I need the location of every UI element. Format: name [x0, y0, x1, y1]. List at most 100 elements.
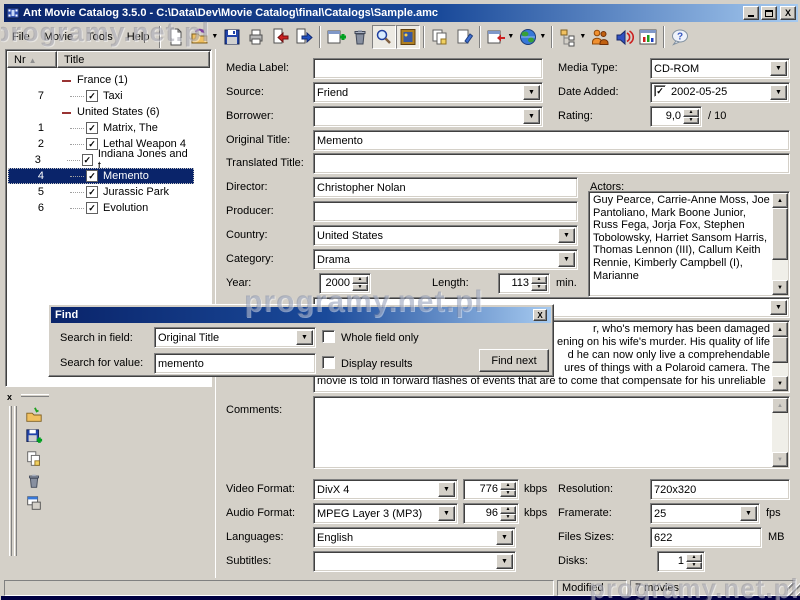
media-label-input[interactable]	[317, 61, 540, 76]
delete-picture-button[interactable]	[23, 470, 45, 492]
subtitles-combo[interactable]: ▼	[313, 551, 516, 572]
checkbox-checked[interactable]: ✓	[86, 138, 98, 150]
files-sizes-field[interactable]	[650, 527, 762, 548]
close-button[interactable]: X	[780, 6, 796, 20]
media-type-combo[interactable]: ▼	[650, 58, 790, 79]
load-picture-button[interactable]	[23, 404, 45, 426]
scroll-up-icon[interactable]: ▲	[772, 398, 788, 413]
date-added-combo[interactable]: ✓ 2002-05-25 ▼	[650, 82, 790, 103]
description-scrollbar[interactable]: ▲ ▼	[772, 322, 788, 391]
tree-group-row[interactable]: United States (6)	[8, 104, 194, 120]
display-options-button[interactable]: ▼	[556, 25, 588, 49]
spinner-buttons[interactable]: ▲▼	[686, 554, 702, 569]
save-picture-button[interactable]	[23, 426, 45, 448]
country-combo[interactable]: ▼	[313, 225, 578, 246]
paste-button[interactable]	[452, 25, 476, 49]
search-in-field-combo[interactable]: ▼	[154, 327, 316, 348]
close-picture-panel-button[interactable]: x	[7, 392, 17, 402]
save-button[interactable]	[220, 25, 244, 49]
original-title-input[interactable]	[317, 133, 787, 148]
checkbox-checked[interactable]: ✓	[86, 202, 98, 214]
print-button[interactable]	[244, 25, 268, 49]
borrower-input[interactable]	[317, 109, 540, 124]
chevron-down-icon[interactable]: ▼	[438, 482, 455, 497]
framerate-combo[interactable]: ▼	[650, 503, 760, 524]
copy-button[interactable]	[428, 25, 452, 49]
renumber-button[interactable]: ▼	[484, 25, 516, 49]
search-for-value-field[interactable]	[154, 353, 316, 374]
actors-field[interactable]: Guy Pearce, Carrie-Anne Moss, Joe Pantol…	[588, 191, 790, 297]
menu-help[interactable]: Help	[120, 28, 157, 46]
subtitles-input[interactable]	[317, 554, 513, 569]
scrollbar-thumb[interactable]	[772, 337, 788, 363]
panel-drag-handle[interactable]	[21, 394, 49, 397]
search-in-field-input[interactable]	[158, 330, 313, 345]
internet-update-button[interactable]: ▼	[516, 25, 548, 49]
languages-input[interactable]	[317, 530, 513, 545]
producer-input[interactable]	[317, 204, 575, 219]
chevron-down-icon[interactable]: ▼	[558, 252, 575, 267]
checkbox-checked[interactable]: ✓	[82, 154, 93, 166]
scrollbar-thumb[interactable]	[772, 208, 788, 260]
minimize-button[interactable]	[743, 6, 759, 20]
rating-spinner[interactable]: 9,0 ▲▼	[650, 106, 702, 127]
title-bar[interactable]: Ant Movie Catalog 3.5.0 - C:\Data\Dev\Mo…	[4, 4, 798, 22]
import-button[interactable]	[268, 25, 292, 49]
display-results-checkbox[interactable]	[322, 356, 335, 369]
toggle-picture-button[interactable]	[396, 25, 420, 49]
director-field[interactable]	[313, 177, 578, 198]
original-title-field[interactable]	[313, 130, 790, 151]
media-label-field[interactable]	[313, 58, 543, 79]
video-bitrate-spinner[interactable]: 776 ▲▼	[463, 479, 519, 500]
comments-field[interactable]: ▲ ▼	[313, 396, 790, 469]
country-input[interactable]	[317, 228, 575, 243]
find-close-button[interactable]: X	[533, 309, 547, 321]
resolution-input[interactable]	[654, 482, 787, 497]
actors-scrollbar[interactable]: ▲ ▼	[772, 193, 788, 295]
search-for-value-input[interactable]	[158, 356, 313, 371]
video-format-combo[interactable]: ▼	[313, 479, 458, 500]
find-button[interactable]	[372, 25, 396, 49]
chevron-down-icon[interactable]: ▼	[558, 228, 575, 243]
copy-picture-button[interactable]	[23, 448, 45, 470]
tree-item-row[interactable]: 5 ✓ Jurassic Park	[8, 184, 194, 200]
spinner-buttons[interactable]: ▲▼	[352, 276, 368, 291]
resize-grip[interactable]	[787, 583, 800, 596]
director-input[interactable]	[317, 180, 575, 195]
chevron-down-icon[interactable]: ▼	[523, 85, 540, 100]
find-dialog-titlebar[interactable]: Find X	[51, 307, 551, 323]
audio-format-input[interactable]	[317, 506, 455, 521]
checkbox-checked[interactable]: ✓	[86, 170, 98, 182]
chevron-down-icon[interactable]: ▼	[296, 330, 313, 345]
spinner-buttons[interactable]: ▲▼	[683, 109, 699, 124]
loans-button[interactable]	[588, 25, 612, 49]
add-movie-button[interactable]	[324, 25, 348, 49]
picture-window-button[interactable]	[23, 492, 45, 514]
tree-item-row[interactable]: 1 ✓ Matrix, The	[8, 120, 194, 136]
statistics-button[interactable]	[636, 25, 660, 49]
year-spinner[interactable]: 2000 ▲▼	[319, 273, 371, 294]
resolution-field[interactable]	[650, 479, 790, 500]
scroll-down-icon[interactable]: ▼	[772, 280, 788, 295]
panel-drag-handle[interactable]	[9, 406, 12, 556]
multimedia-button[interactable]	[612, 25, 636, 49]
scroll-up-icon[interactable]: ▲	[772, 322, 788, 337]
tree-item-row-selected[interactable]: 4 ✓ Memento	[8, 168, 194, 184]
chevron-down-icon[interactable]: ▼	[740, 506, 757, 521]
spinner-buttons[interactable]: ▲▼	[500, 482, 516, 497]
borrower-combo[interactable]: ▼	[313, 106, 543, 127]
source-input[interactable]	[317, 85, 540, 100]
panel-drag-handle[interactable]	[14, 406, 17, 556]
scroll-down-icon[interactable]: ▼	[772, 452, 788, 467]
checkbox-checked[interactable]: ✓	[86, 90, 98, 102]
video-format-input[interactable]	[317, 482, 455, 497]
collapse-icon[interactable]	[62, 76, 71, 85]
tree-item-row[interactable]: 6 ✓ Evolution	[8, 200, 194, 216]
delete-movie-button[interactable]	[348, 25, 372, 49]
column-header-title[interactable]: Title	[57, 51, 210, 68]
chevron-down-icon[interactable]: ▼	[523, 109, 540, 124]
tree-item-row[interactable]: 7 ✓ Taxi	[8, 88, 194, 104]
spinner-buttons[interactable]: ▲▼	[531, 276, 547, 291]
menu-movie[interactable]: Movie	[37, 28, 80, 46]
checkbox-checked[interactable]: ✓	[86, 186, 98, 198]
